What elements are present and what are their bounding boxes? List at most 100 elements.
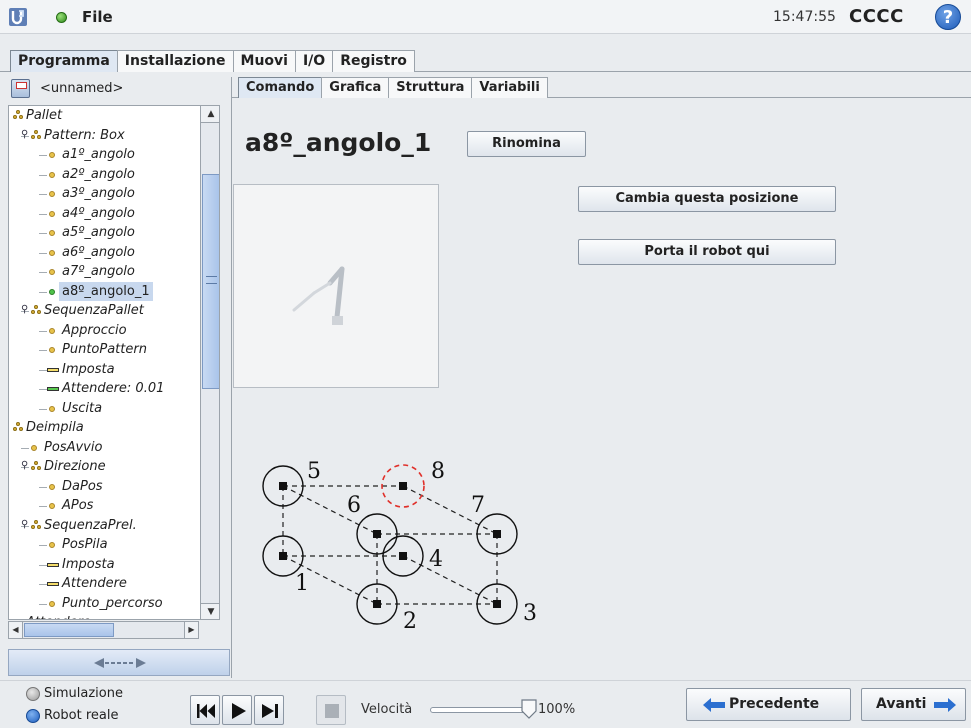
scroll-left-icon[interactable]: ◀ (9, 622, 23, 638)
tree-connector (39, 506, 47, 507)
speed-label: Velocità (361, 702, 413, 717)
tree-item[interactable]: PuntoPattern (9, 340, 200, 359)
tree-item-label: a2º_angolo (62, 166, 135, 182)
stop-button[interactable] (316, 695, 346, 725)
tree-horizontal-scrollbar[interactable]: ◀ ▶ (8, 621, 199, 639)
tree-vertical-scrollbar[interactable]: ▲ ▼ (200, 106, 219, 619)
step-icon (262, 704, 278, 718)
tab-variabili[interactable]: Variabili (471, 77, 548, 98)
panel-divider[interactable] (231, 77, 232, 678)
tree-item[interactable]: Uscita (9, 399, 200, 418)
set-icon (47, 562, 59, 567)
tab-comando[interactable]: Comando (238, 77, 323, 98)
next-label: Avanti (876, 696, 927, 712)
waypoint-icon (49, 503, 55, 509)
clock: 15:47:55 (773, 9, 836, 25)
expander-icon[interactable]: ⚲ (21, 129, 28, 141)
help-icon[interactable]: ? (935, 4, 961, 30)
top-bar: File 15:47:55 CCCC ? (0, 0, 971, 34)
move-robot-here-button[interactable]: Porta il robot qui (578, 239, 836, 265)
tab-programma[interactable]: Programma (10, 50, 118, 72)
waypoint-icon (49, 405, 55, 412)
simulation-label: Simulazione (44, 686, 123, 701)
tab-installazione[interactable]: Installazione (116, 50, 234, 72)
tree-item-label: a5º_angolo (62, 225, 135, 240)
corner-label-2: 2 (403, 609, 417, 634)
tree-item[interactable]: Approccio (9, 321, 200, 340)
tree-connector (39, 291, 47, 293)
tree-item[interactable]: Imposta (9, 555, 200, 574)
scroll-up-icon[interactable]: ▲ (201, 106, 219, 123)
tree-item[interactable]: PosPila (9, 535, 200, 554)
tree-connector (39, 174, 47, 176)
tree-item[interactable]: a4º_angolo (9, 204, 200, 223)
tree-item-label: Punto_percorso (62, 595, 163, 611)
waypoint-icon (49, 269, 55, 275)
scroll-thumb[interactable] (202, 174, 219, 389)
tree-item-label: Deimpila (26, 420, 84, 435)
tree-item-label: a8º_angolo_1 (59, 281, 153, 301)
tab-muovi[interactable]: Muovi (232, 50, 296, 72)
waypoint-icon (49, 230, 55, 236)
tab-registro[interactable]: Registro (332, 50, 415, 72)
tree-item[interactable]: a6º_angolo (9, 243, 200, 262)
rewind-button[interactable] (190, 695, 220, 725)
tab-grafica[interactable]: Grafica (321, 77, 390, 98)
simulation-radio[interactable] (26, 687, 40, 701)
tree-item[interactable]: a7º_angolo (9, 262, 200, 281)
scroll-right-icon[interactable]: ▶ (184, 622, 198, 638)
tree-item[interactable]: PosAvvio (9, 438, 200, 457)
tree-item[interactable]: Imposta (9, 360, 200, 379)
expander-icon[interactable]: ⚲ (21, 305, 28, 316)
program-header: <unnamed> (8, 77, 230, 102)
tree-item[interactable]: ⚲ Direzione (9, 457, 200, 476)
play-button[interactable] (222, 695, 252, 725)
tree-item[interactable]: DaPos (9, 477, 200, 496)
tree-item[interactable]: Attendere (9, 574, 200, 593)
sub-tabs: Comando Grafica Struttura Variabili (238, 77, 548, 98)
tab-io[interactable]: I/O (294, 50, 334, 72)
tree-item[interactable]: APos (9, 496, 200, 515)
tree-item[interactable]: ⚲ Pattern: Box (9, 126, 200, 145)
tree-item[interactable]: Punto_percorso (9, 594, 200, 613)
tree-item[interactable]: a8º_angolo_1 (9, 281, 200, 301)
previous-button[interactable]: Precedente (686, 688, 851, 721)
tree-item[interactable]: a3º_angolo (9, 184, 200, 203)
tree-item[interactable]: a1º_angolo (9, 145, 200, 164)
expand-collapse-arrows-icon (94, 658, 146, 668)
step-button[interactable] (254, 695, 284, 725)
tree-item[interactable]: a2º_angolo (9, 165, 200, 184)
tree-item[interactable]: Deimpila (9, 418, 200, 437)
play-icon (232, 703, 246, 719)
rename-button[interactable]: Rinomina (467, 131, 586, 157)
horizontal-scroll-thumb[interactable] (24, 623, 114, 637)
change-position-button[interactable]: Cambia questa posizione (578, 186, 836, 212)
group-icon (31, 461, 42, 472)
tree-item[interactable]: Attendere (9, 613, 200, 619)
tree-item[interactable]: Attendere: 0.01 (9, 379, 200, 398)
tree-item-label: Attendere: 0.01 (62, 381, 165, 396)
tree-item[interactable]: a5º_angolo (9, 223, 200, 242)
expander-icon[interactable]: ⚲ (21, 461, 28, 472)
program-tree[interactable]: Attendere Punto_percorso Attendere Imposta P… (8, 105, 220, 620)
file-menu[interactable]: File (82, 8, 113, 26)
tree-item[interactable]: Pallet (9, 106, 200, 125)
speed-slider-thumb[interactable] (521, 699, 537, 719)
tree-item[interactable]: ⚲ SequenzaPallet (9, 301, 200, 320)
tree-connector (39, 486, 47, 488)
tab-struttura[interactable]: Struttura (388, 77, 473, 98)
robot-3d-view[interactable] (233, 184, 439, 388)
next-button[interactable]: Avanti (861, 688, 966, 721)
set-icon (47, 367, 59, 372)
waypoint-icon (49, 327, 55, 334)
real-robot-radio[interactable] (26, 709, 40, 723)
corner-label-6: 6 (347, 493, 361, 518)
scroll-down-icon[interactable]: ▼ (201, 603, 219, 619)
expander-icon[interactable]: ⚲ (21, 519, 28, 531)
tree-item[interactable]: ⚲ SequenzaPrel. (9, 516, 200, 535)
tree-connector (39, 584, 47, 585)
program-panel: <unnamed> Attendere Punto_percorso Attende… (8, 77, 230, 678)
collapse-panel-button[interactable] (8, 649, 230, 676)
speed-slider-track[interactable] (430, 707, 530, 713)
save-icon[interactable] (11, 79, 30, 98)
